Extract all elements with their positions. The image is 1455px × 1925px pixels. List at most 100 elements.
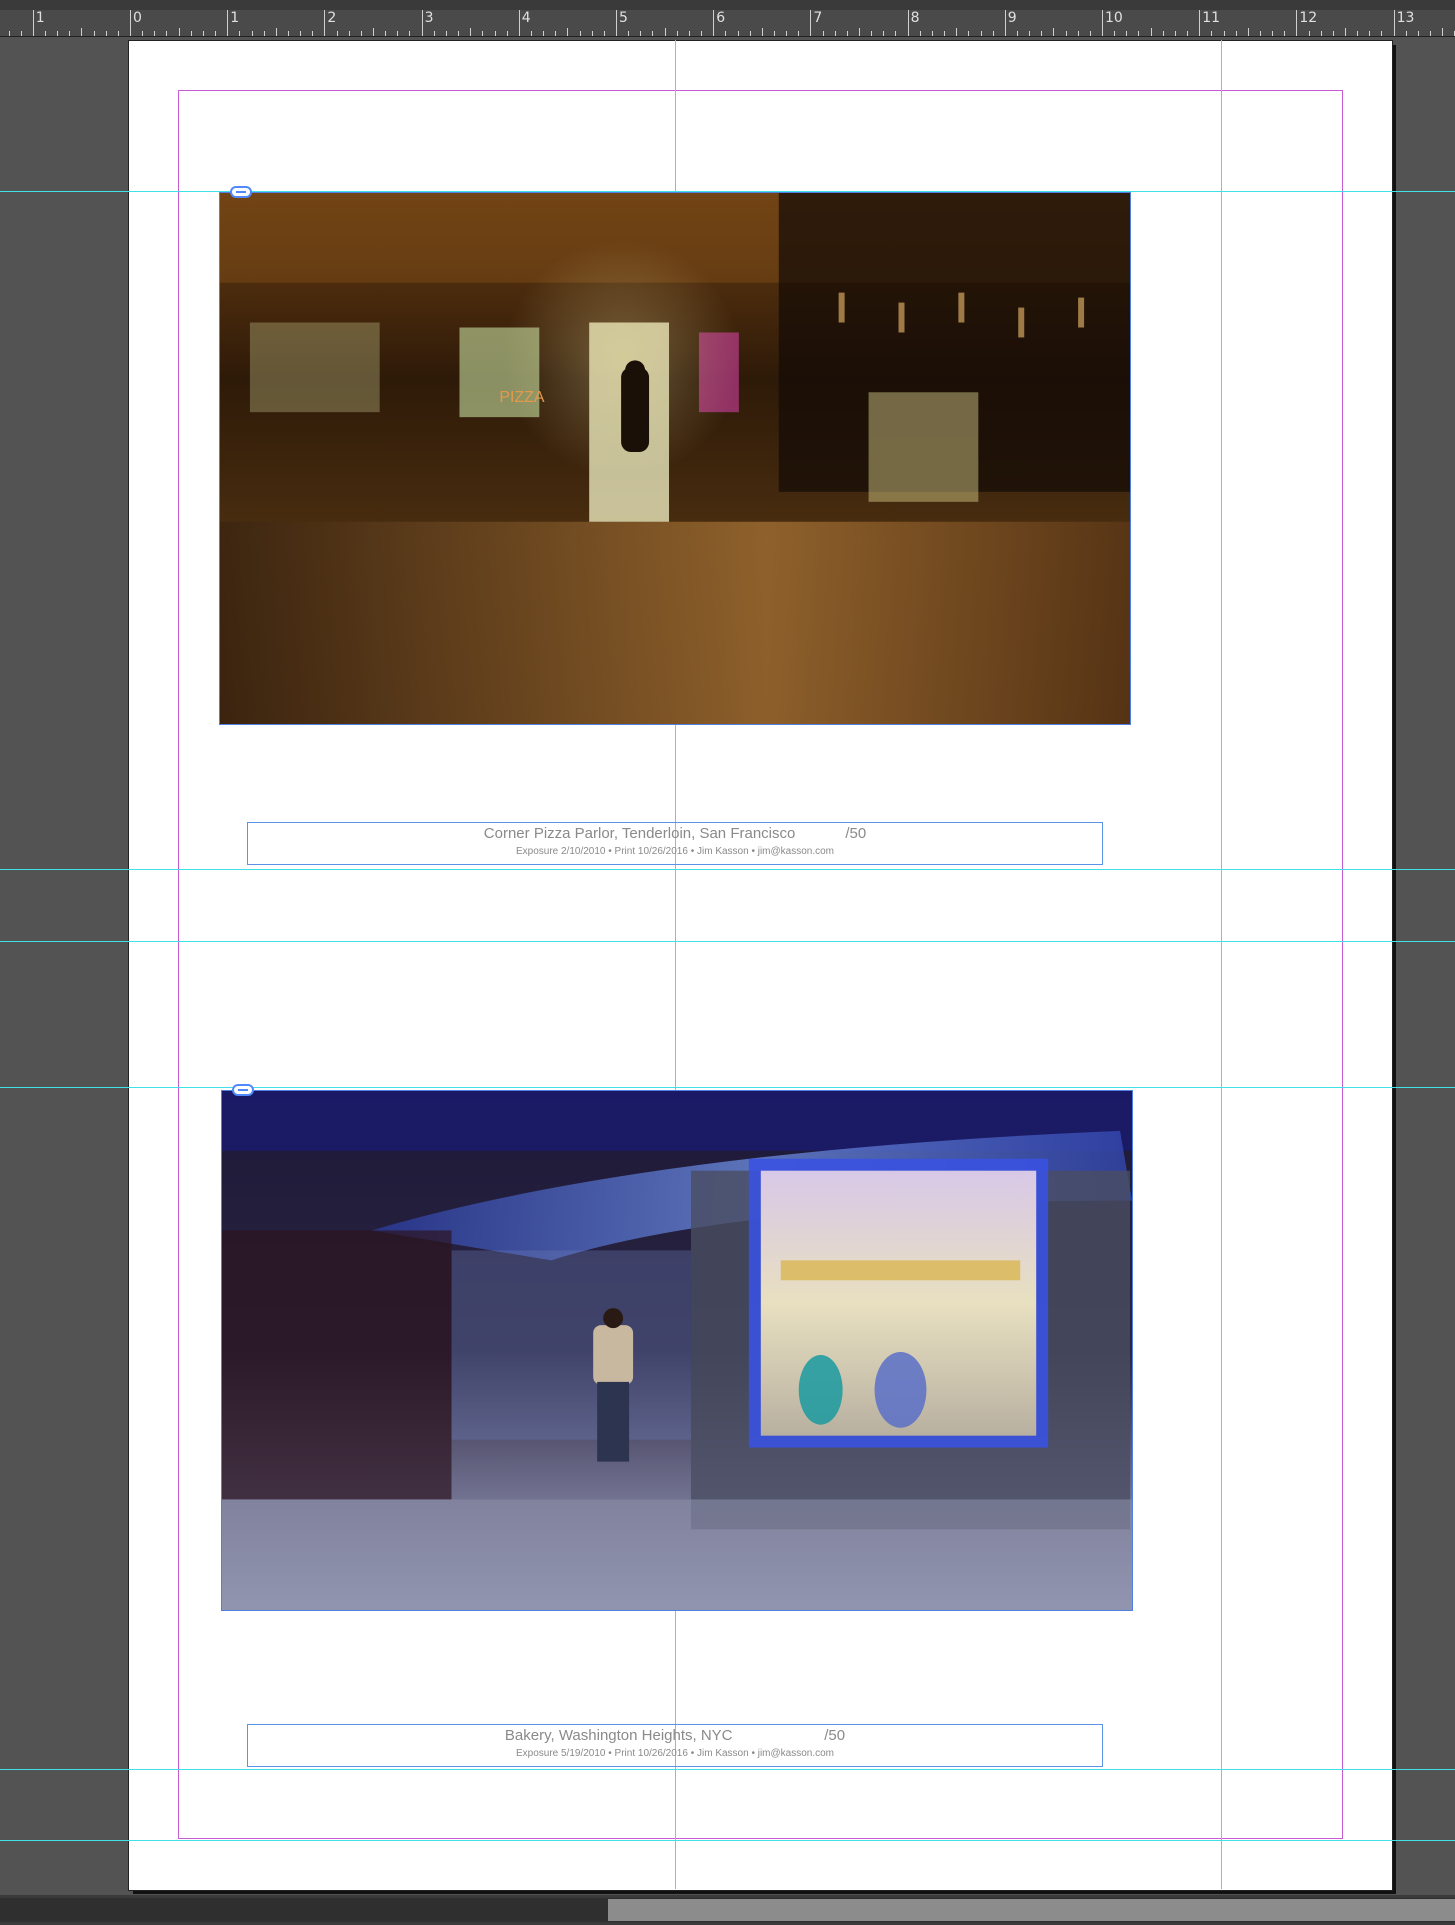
guide-horizontal[interactable] bbox=[0, 869, 1455, 870]
ruler-minor-tick bbox=[883, 31, 885, 36]
ruler-minor-tick bbox=[1041, 31, 1043, 36]
guide-horizontal[interactable] bbox=[0, 1840, 1455, 1841]
ruler-minor-tick bbox=[93, 31, 95, 36]
ruler-minor-tick bbox=[968, 31, 970, 36]
ruler-minor-tick bbox=[543, 31, 545, 36]
ruler-minor-tick bbox=[385, 31, 387, 36]
ruler-minor-tick bbox=[1004, 31, 1006, 36]
ruler-label: 13 bbox=[1396, 10, 1415, 26]
ruler-minor-tick bbox=[859, 28, 860, 36]
ruler-label: 1 bbox=[230, 10, 240, 26]
guide-horizontal[interactable] bbox=[0, 1087, 1455, 1088]
ruler-minor-tick bbox=[1369, 31, 1371, 36]
ruler-minor-tick bbox=[931, 31, 933, 36]
guide-horizontal[interactable] bbox=[0, 941, 1455, 942]
ruler-minor-tick bbox=[57, 31, 59, 36]
guide-horizontal[interactable] bbox=[0, 1769, 1455, 1770]
ruler-minor-tick bbox=[676, 31, 678, 36]
ruler-minor-tick bbox=[579, 31, 581, 36]
ruler-minor-tick bbox=[713, 31, 715, 36]
ruler-minor-tick bbox=[944, 31, 946, 36]
ruler-label: 7 bbox=[813, 10, 823, 26]
ruler-minor-tick bbox=[178, 28, 180, 36]
ruler-minor-tick bbox=[1138, 31, 1140, 36]
ruler-minor-tick bbox=[130, 31, 131, 36]
ruler-minor-tick bbox=[81, 28, 83, 36]
ruler-minor-tick bbox=[336, 31, 338, 36]
ruler-minor-tick bbox=[117, 31, 119, 36]
ruler-minor-tick bbox=[1174, 31, 1176, 36]
ruler-minor-tick bbox=[202, 31, 204, 36]
ruler-minor-tick bbox=[458, 31, 460, 36]
caption-frame-pizza-parlor[interactable]: Corner Pizza Parlor, Tenderloin, San Fra… bbox=[247, 822, 1103, 865]
ruler-minor-tick bbox=[506, 31, 508, 36]
ruler-minor-tick bbox=[1077, 31, 1079, 36]
ruler-minor-tick bbox=[215, 31, 217, 36]
ruler-minor-tick bbox=[1114, 31, 1116, 36]
image-frame-bakery[interactable] bbox=[221, 1090, 1133, 1611]
ruler-minor-tick bbox=[190, 31, 192, 36]
ruler-minor-tick bbox=[409, 31, 411, 36]
ruler-minor-tick bbox=[1247, 28, 1249, 36]
ruler-minor-tick bbox=[1442, 28, 1444, 36]
ruler-minor-tick bbox=[482, 31, 484, 36]
ruler-minor-tick bbox=[1223, 31, 1225, 36]
bakery-photo bbox=[222, 1091, 1132, 1610]
horizontal-ruler[interactable]: 1 0 1 2 3 4 5 6 7 8 9 10 11 12 13 bbox=[0, 0, 1455, 37]
ruler-label: 10 bbox=[1105, 10, 1123, 26]
ruler-minor-tick bbox=[956, 28, 958, 36]
ruler-minor-tick bbox=[895, 31, 897, 36]
svg-text:PIZZA: PIZZA bbox=[499, 389, 545, 406]
scrollbar-thumb[interactable] bbox=[608, 1899, 1455, 1921]
ruler-minor-tick bbox=[1162, 31, 1164, 36]
ruler-minor-tick bbox=[1393, 31, 1395, 36]
ruler-minor-tick bbox=[919, 31, 921, 36]
ruler-label: 4 bbox=[521, 10, 531, 26]
ruler-minor-tick bbox=[1065, 31, 1067, 36]
ruler-minor-tick bbox=[1029, 31, 1031, 36]
ruler-minor-tick bbox=[907, 31, 909, 36]
ruler-minor-tick bbox=[591, 31, 593, 36]
ruler-minor-tick bbox=[1320, 31, 1322, 36]
ruler-minor-tick bbox=[1357, 31, 1359, 36]
guide-vertical[interactable] bbox=[1221, 40, 1222, 1889]
ruler-label: 8 bbox=[910, 10, 920, 26]
ruler-minor-tick bbox=[251, 31, 253, 36]
ruler-minor-tick bbox=[640, 31, 642, 36]
ruler-label: 12 bbox=[1299, 10, 1318, 26]
ruler-minor-tick bbox=[761, 28, 763, 36]
ruler-minor-tick bbox=[737, 31, 739, 36]
ruler-minor-tick bbox=[664, 28, 666, 36]
ruler-label: 0 bbox=[133, 10, 142, 26]
ruler-minor-tick bbox=[20, 31, 22, 36]
ruler-minor-tick bbox=[701, 31, 703, 36]
ruler-minor-tick bbox=[275, 28, 277, 36]
ruler-minor-tick bbox=[105, 31, 107, 36]
ruler-minor-tick bbox=[1381, 31, 1383, 36]
ruler-minor-tick bbox=[846, 31, 848, 36]
ruler-minor-tick bbox=[688, 31, 690, 36]
ruler-minor-tick bbox=[1211, 31, 1213, 36]
link-icon[interactable] bbox=[232, 1084, 254, 1096]
ruler-minor-tick bbox=[530, 31, 532, 36]
ruler-minor-tick bbox=[433, 31, 435, 36]
ruler-minor-tick bbox=[652, 31, 654, 36]
ruler-minor-tick bbox=[1417, 31, 1419, 36]
ruler-minor-tick bbox=[227, 31, 229, 36]
ruler-minor-tick bbox=[1102, 31, 1103, 36]
caption-frame-bakery[interactable]: Bakery, Washington Heights, NYC /50 Expo… bbox=[247, 1724, 1103, 1767]
ruler-minor-tick bbox=[445, 31, 447, 36]
caption-subtitle: Exposure 2/10/2010 • Print 10/26/2016 • … bbox=[515, 846, 835, 857]
link-icon[interactable] bbox=[230, 186, 252, 198]
ruler-minor-tick bbox=[616, 31, 617, 36]
ruler-minor-tick bbox=[373, 28, 374, 36]
ruler-minor-tick bbox=[1332, 31, 1334, 36]
image-frame-pizza-parlor[interactable]: PIZZA bbox=[219, 192, 1131, 725]
ruler-minor-tick bbox=[834, 31, 836, 36]
ruler-minor-tick bbox=[348, 31, 350, 36]
ruler-minor-tick bbox=[154, 31, 156, 36]
ruler-minor-tick bbox=[312, 31, 314, 36]
caption-title: Bakery, Washington Heights, NYC /50 bbox=[504, 1727, 846, 1744]
ruler-minor-tick bbox=[567, 28, 569, 36]
ruler-minor-tick bbox=[1296, 31, 1298, 36]
